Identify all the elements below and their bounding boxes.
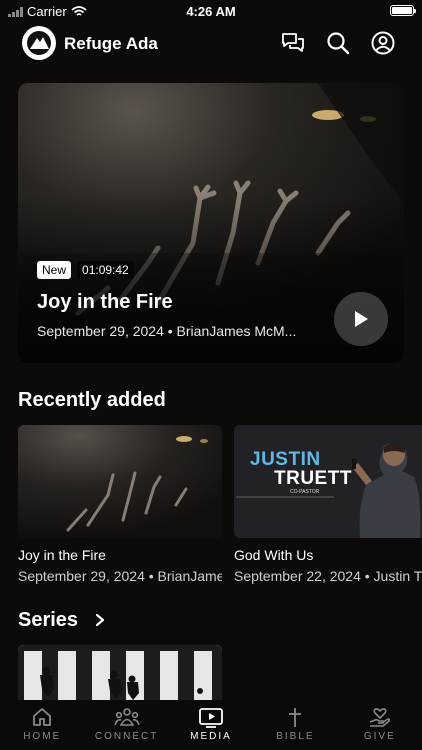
people-icon <box>113 708 140 726</box>
tab-connect[interactable]: CONNECT <box>84 700 168 750</box>
tab-give[interactable]: GIVE <box>338 700 422 750</box>
media-card-subtitle: September 29, 2024 • BrianJames McMillan <box>18 568 222 584</box>
chat-icon[interactable] <box>280 30 306 56</box>
series-card[interactable] <box>18 645 222 705</box>
pastor-name-graphic: JUSTIN TRUETT CO-PASTOR <box>250 449 352 495</box>
tab-media[interactable]: MEDIA <box>169 700 253 750</box>
media-card[interactable]: JUSTIN TRUETT CO-PASTOR God With Us Sept… <box>234 425 422 584</box>
media-card-title: God With Us <box>234 547 314 563</box>
tab-bible-label: BIBLE <box>276 731 315 742</box>
new-badge: New <box>37 261 72 279</box>
series-heading-label: Series <box>18 609 79 631</box>
home-icon <box>33 708 52 726</box>
cross-icon <box>289 708 302 727</box>
give-icon <box>369 708 390 727</box>
media-card-subtitle: September 22, 2024 • Justin Truett <box>234 568 422 584</box>
series-heading[interactable]: Series <box>18 609 106 632</box>
tab-give-label: GIVE <box>363 731 396 742</box>
duration-badge: 01:09:42 <box>77 261 134 279</box>
media-thumbnail <box>18 425 222 538</box>
profile-icon[interactable] <box>370 30 396 56</box>
app-header: Refuge Ada <box>0 24 422 64</box>
hero-title: Joy in the Fire <box>37 291 173 313</box>
app-name: Refuge Ada <box>64 34 158 53</box>
tab-home[interactable]: HOME <box>0 700 84 750</box>
battery-icon <box>390 5 416 16</box>
tab-home-label: HOME <box>23 731 62 742</box>
search-icon[interactable] <box>325 30 351 56</box>
play-icon <box>355 311 368 327</box>
tab-media-label: MEDIA <box>190 731 232 742</box>
hero-subtitle: September 29, 2024 • BrianJames McM... <box>37 323 297 339</box>
hero-badges: New 01:09:42 <box>37 261 134 279</box>
featured-video-card[interactable]: New 01:09:42 Joy in the Fire September 2… <box>18 83 404 363</box>
media-card[interactable]: Joy in the Fire September 29, 2024 • Bri… <box>18 425 222 584</box>
media-icon <box>199 708 223 728</box>
worship-hands-thumbnail <box>18 425 222 538</box>
media-card-title: Joy in the Fire <box>18 547 106 563</box>
recently-added-heading: Recently added <box>18 389 166 411</box>
refuge-logo-icon[interactable] <box>22 26 56 60</box>
media-thumbnail: JUSTIN TRUETT CO-PASTOR <box>234 425 422 538</box>
play-button[interactable] <box>334 292 388 346</box>
tab-bar: HOME CONNECT MEDIA BIBLE GIVE <box>0 700 422 750</box>
chevron-right-icon <box>95 613 104 627</box>
crosswalk-image <box>18 645 222 705</box>
status-time: 4:26 AM <box>186 4 236 19</box>
status-bar: Carrier 4:26 AM <box>0 0 422 22</box>
tab-bible[interactable]: BIBLE <box>253 700 337 750</box>
tab-connect-label: CONNECT <box>94 731 159 742</box>
